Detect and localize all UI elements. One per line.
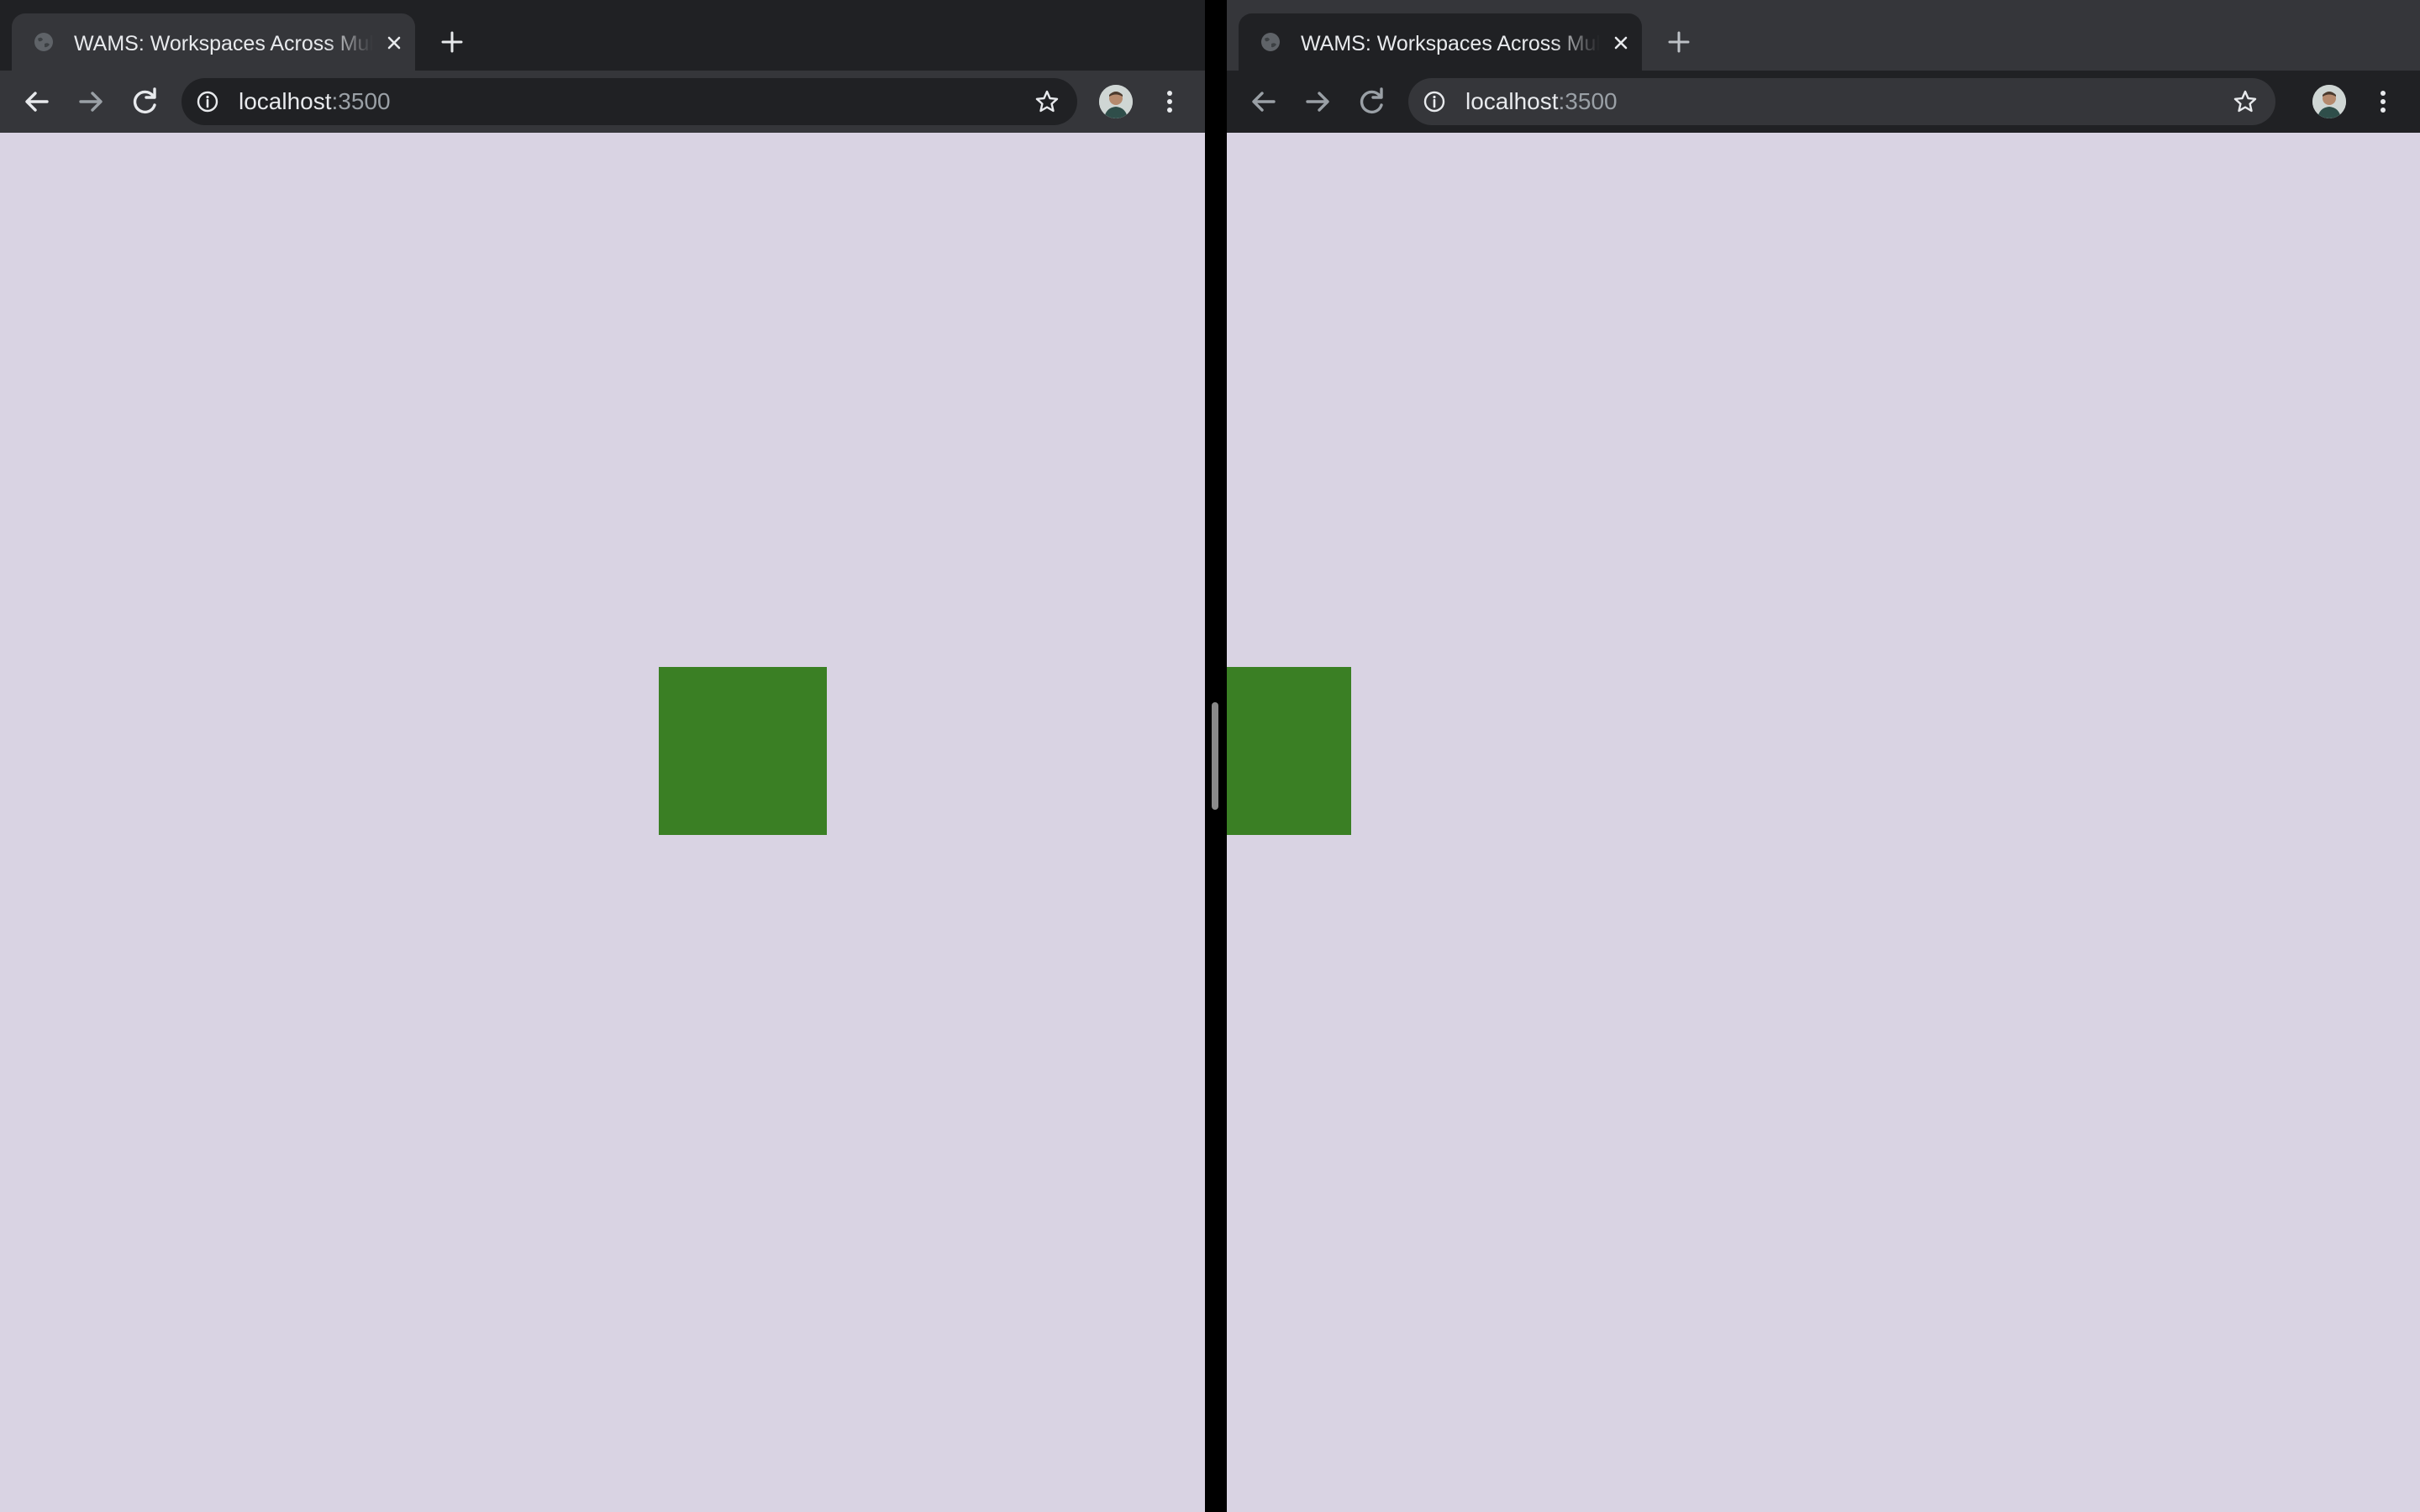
tab-title: WAMS: Workspaces Across Multiple Surface… [74, 32, 373, 55]
reload-icon[interactable] [1353, 83, 1390, 120]
globe-icon [1261, 33, 1280, 51]
url-text[interactable]: localhost:3500 [239, 78, 391, 125]
avatar[interactable] [1099, 85, 1133, 118]
split-divider-handle[interactable] [1212, 702, 1218, 810]
arrow-left-icon[interactable] [18, 83, 55, 120]
reload-icon[interactable] [126, 83, 163, 120]
browser-toolbar: localhost:3500 [1227, 71, 2420, 133]
tab-title: WAMS: Workspaces Across Multiple Surface… [1301, 32, 1600, 55]
url-port: :3500 [1558, 88, 1618, 114]
tab-strip: WAMS: Workspaces Across Multiple Surface… [0, 0, 1205, 71]
arrow-left-icon[interactable] [1245, 83, 1282, 120]
browser-window-left: WAMS: Workspaces Across Multiple Surface… [0, 0, 1205, 1512]
address-bar[interactable]: localhost:3500 [1408, 78, 2275, 125]
browser-tab[interactable]: WAMS: Workspaces Across Multiple Surface… [1239, 13, 1642, 71]
star-icon[interactable] [1034, 88, 1060, 115]
green-square[interactable] [659, 667, 827, 835]
info-icon[interactable] [197, 91, 218, 113]
page-viewport[interactable] [0, 133, 1205, 1512]
green-square[interactable] [1227, 667, 1351, 835]
avatar-image [2312, 85, 2346, 118]
close-icon[interactable] [1608, 30, 1634, 55]
close-icon[interactable] [381, 30, 407, 55]
browser-tab[interactable]: WAMS: Workspaces Across Multiple Surface… [12, 13, 415, 71]
plus-icon[interactable] [435, 25, 469, 59]
browser-toolbar: localhost:3500 [0, 71, 1205, 133]
avatar-image [1099, 85, 1133, 118]
address-bar[interactable]: localhost:3500 [182, 78, 1077, 125]
arrow-right-icon[interactable] [72, 83, 109, 120]
plus-icon[interactable] [1662, 25, 1696, 59]
globe-icon [34, 33, 53, 51]
page-viewport[interactable] [1227, 133, 2420, 1512]
arrow-right-icon[interactable] [1299, 83, 1336, 120]
url-host: localhost [1465, 88, 1559, 114]
tab-strip: WAMS: Workspaces Across Multiple Surface… [1227, 0, 2420, 71]
url-host: localhost [239, 88, 332, 114]
info-icon[interactable] [1423, 91, 1445, 113]
kebab-menu-icon[interactable] [1153, 85, 1186, 118]
kebab-menu-icon[interactable] [2366, 85, 2400, 118]
browser-window-right: WAMS: Workspaces Across Multiple Surface… [1227, 0, 2420, 1512]
star-icon[interactable] [2232, 88, 2259, 115]
avatar[interactable] [2312, 85, 2346, 118]
url-port: :3500 [331, 88, 391, 114]
url-text[interactable]: localhost:3500 [1465, 78, 1618, 125]
